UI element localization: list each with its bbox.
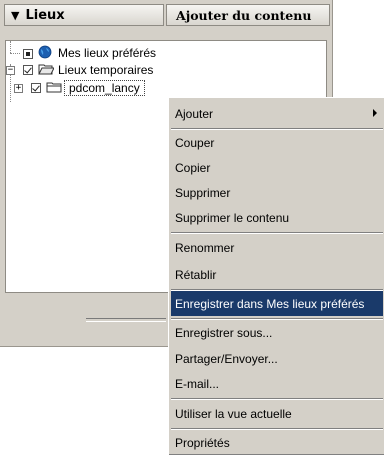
lieux-title: Lieux [25,7,65,23]
menu-item-ajouter[interactable]: Ajouter [171,101,383,126]
menu-item-copier[interactable]: Copier [171,155,383,180]
splitter-handle[interactable] [86,318,166,322]
collapse-toggle[interactable]: − [6,66,15,75]
add-content-button[interactable]: Ajouter du contenu [166,4,330,26]
expand-toggle[interactable]: + [14,84,23,93]
tree-item-pdcom-lancy[interactable]: pdcom_lancy [64,80,145,96]
tree-item-temporary[interactable]: Lieux temporaires [58,63,153,77]
temporary-checkbox[interactable] [23,65,33,75]
menu-item-enregistrer-favoris[interactable]: Enregistrer dans Mes lieux préférés [171,291,383,316]
menu-item-enregistrer-sous[interactable]: Enregistrer sous... [171,320,383,345]
menu-item-vue-actuelle[interactable]: Utiliser la vue actuelle [171,401,383,426]
menu-separator [171,398,383,400]
menu-item-supprimer-contenu[interactable]: Supprimer le contenu [171,205,383,230]
panel-header: ▼ Lieux Ajouter du contenu [0,0,332,28]
tree-connector [10,41,11,53]
menu-item-partager[interactable]: Partager/Envoyer... [171,346,383,371]
menu-item-renommer[interactable]: Renommer [171,235,383,260]
menu-item-retablir[interactable]: Rétablir [171,262,383,287]
chevron-right-icon [373,109,377,117]
folder-icon [46,80,62,94]
favorites-checkbox[interactable] [23,49,33,59]
menu-item-supprimer[interactable]: Supprimer [171,180,383,205]
folder-open-icon [38,62,55,76]
menu-item-label: Ajouter [175,106,214,121]
context-menu: Ajouter Couper Copier Supprimer Supprime… [168,97,384,455]
triangle-down-icon: ▼ [11,8,20,22]
menu-item-proprietes[interactable]: Propriétés [171,430,383,455]
lieux-header-button[interactable]: ▼ Lieux [4,4,164,26]
menu-item-email[interactable]: E-mail... [171,371,383,396]
tree-connector [10,53,20,54]
menu-item-couper[interactable]: Couper [171,130,383,155]
tree-item-favorites[interactable]: Mes lieux préférés [58,46,156,60]
menu-separator [171,232,383,234]
pdcom-checkbox[interactable] [31,83,41,93]
globe-icon [38,45,52,59]
